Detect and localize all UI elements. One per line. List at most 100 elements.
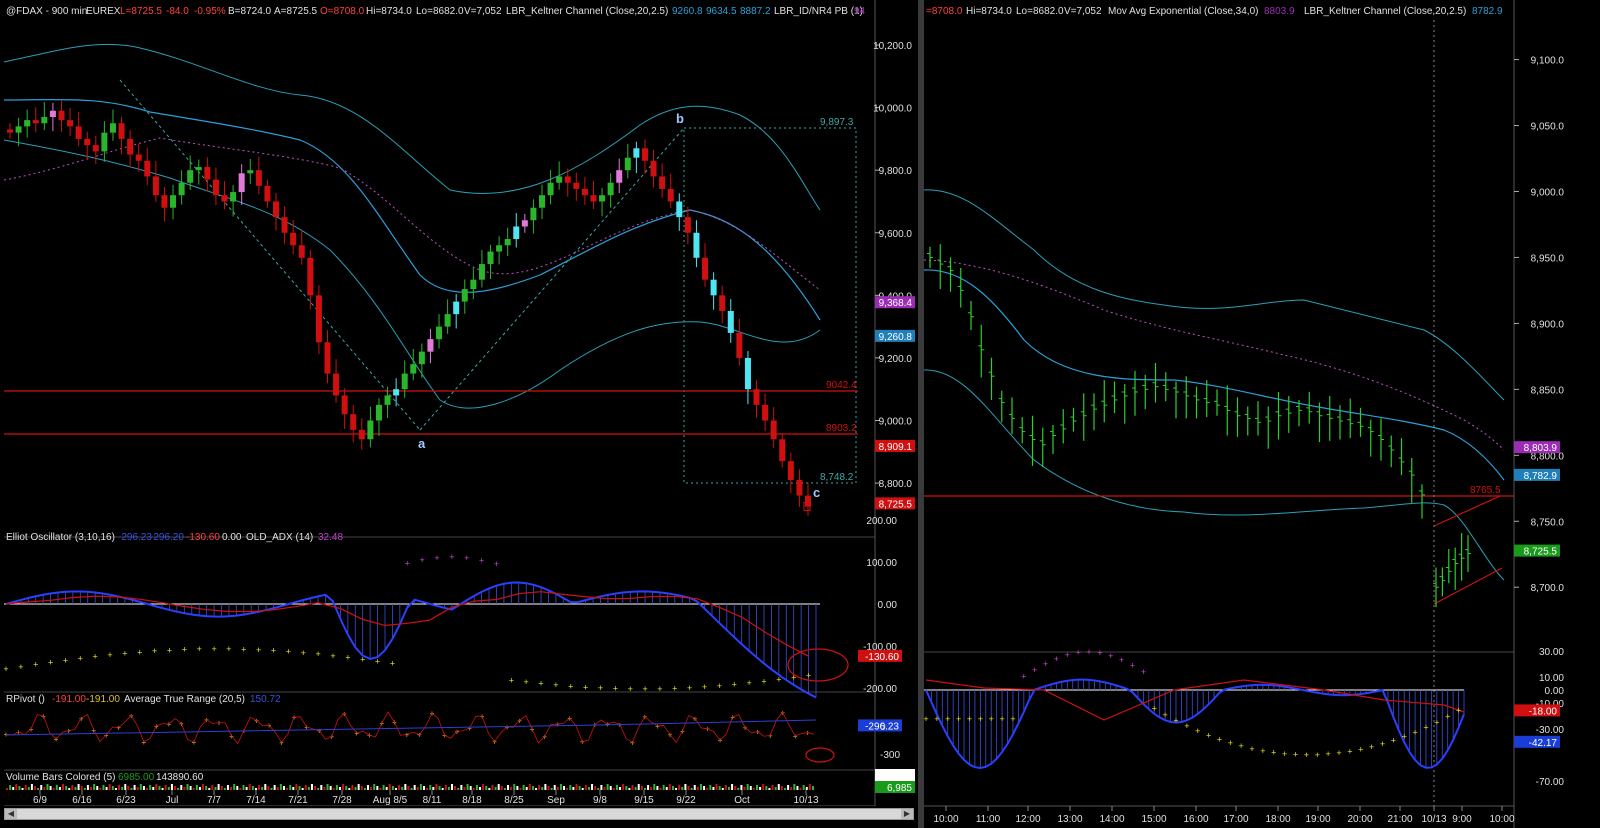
- volume-bar: [594, 786, 597, 790]
- candle-body: [109, 123, 116, 133]
- volume-bar: [136, 787, 139, 790]
- rp-cross: +: [354, 729, 359, 738]
- right-price-tick-label: 8,850.0: [1531, 385, 1565, 396]
- volume-bar: [366, 785, 369, 790]
- price-tick-label: 9,200.0: [879, 354, 913, 365]
- left-header-k1: 9260.8: [672, 6, 703, 17]
- osc-header-adxv: 32.48: [318, 532, 343, 543]
- volume-bar: [503, 788, 506, 790]
- volume-bar: [354, 787, 357, 790]
- volume-bar: [220, 786, 223, 790]
- candle-body: [118, 123, 125, 139]
- volume-bar: [195, 785, 198, 790]
- candle-body: [49, 110, 56, 117]
- rp-tick-0: 0: [880, 722, 886, 733]
- osc-header-name: Elliot Oscillator (3,10,16): [6, 532, 115, 543]
- volume-bar: [469, 786, 472, 790]
- right-header-emav: 8803.9: [1264, 6, 1295, 17]
- adx-cross: +: [449, 552, 454, 562]
- volume-bar: [603, 787, 606, 790]
- rp-cross: +: [455, 727, 460, 736]
- candle-body: [487, 251, 494, 265]
- candle-body: [787, 461, 794, 480]
- right-header-kc: LBR_Keltner Channel (Close,20,2.5): [1304, 6, 1466, 17]
- price-tick-label: 9,600.0: [879, 229, 913, 240]
- volume-bar: [242, 785, 245, 790]
- volume-bar: [261, 787, 264, 790]
- rp-tick-1: -300: [880, 750, 900, 761]
- adx-cross: +: [776, 675, 781, 685]
- volume-bar: [304, 785, 307, 790]
- volume-bar: [731, 784, 734, 790]
- right-adx-cross: +: [1347, 747, 1352, 757]
- candle-body: [590, 195, 597, 202]
- candle-body: [92, 145, 99, 152]
- adx-cross: +: [48, 658, 53, 668]
- volume-bar: [796, 786, 799, 790]
- volume-bar: [808, 784, 811, 790]
- volume-bar: [133, 785, 136, 790]
- volume-bar: [709, 785, 712, 790]
- volume-bar: [488, 788, 491, 790]
- rp-header-name: RPivot (): [6, 694, 45, 705]
- left-chart[interactable]: @FDAX - 900 min EUREX L=8725.5 -84.0 -0.…: [0, 0, 916, 806]
- volume-bar: [270, 788, 273, 790]
- candle-body: [204, 167, 211, 180]
- date-tick-label: Sep: [547, 795, 565, 806]
- volume-bar: [569, 785, 572, 790]
- price-tag: 8,909.1: [879, 442, 913, 453]
- vol-header-name: Volume Bars Colored (5): [6, 772, 116, 783]
- candle-body: [341, 395, 348, 415]
- candle-body: [187, 170, 194, 183]
- right-chart[interactable]: =8708.0 Hi=8734.0 Lo=8682.0 V=7,052 Mov …: [924, 0, 1600, 828]
- volume-bar: [317, 788, 320, 790]
- scroll-left-icon[interactable]: ◀: [5, 809, 17, 819]
- volume-bar: [587, 787, 590, 790]
- date-tick-label: 8/11: [423, 795, 442, 806]
- left-header-k3: 8887.2: [740, 6, 771, 17]
- volume-bar: [276, 787, 279, 790]
- osc-tick-label: 0.00: [878, 600, 898, 611]
- volume-bar: [24, 785, 27, 790]
- right-price-tick-label: 9,050.0: [1531, 122, 1565, 133]
- volume-bar: [500, 786, 503, 790]
- volume-bar: [625, 786, 628, 790]
- candle-body: [101, 132, 108, 152]
- right-adx-cross: +: [1043, 659, 1048, 669]
- volume-bar: [631, 785, 634, 790]
- volume-bar: [121, 787, 124, 790]
- candle-body: [41, 116, 48, 124]
- candle-body: [539, 195, 545, 208]
- wave-label-c: c: [813, 485, 820, 500]
- adx-cross: +: [761, 676, 766, 686]
- adx-cross: +: [78, 654, 83, 664]
- vol-header-v1: 6985.00: [118, 772, 155, 783]
- candle-body: [161, 195, 168, 208]
- volume-bar: [65, 786, 68, 790]
- volume-tag: 143,891: [876, 771, 913, 782]
- date-tick-label: 6/9: [33, 795, 47, 806]
- volume-bar: [139, 784, 142, 790]
- scroll-right-icon[interactable]: ▶: [901, 809, 913, 819]
- volume-bar: [780, 786, 783, 790]
- volume-bar: [164, 785, 167, 790]
- candle-body: [410, 364, 417, 374]
- volume-bar: [43, 787, 46, 790]
- volume-bar: [301, 788, 304, 790]
- osc-tick-label: -200.00: [863, 684, 897, 695]
- volume-bar: [46, 784, 49, 790]
- volume-bar: [724, 785, 727, 790]
- right-adx-cross: +: [1065, 650, 1070, 660]
- candle-body: [152, 176, 159, 196]
- left-header-lo: Lo=8682.0: [416, 6, 464, 17]
- volume-bar: [606, 784, 609, 790]
- volume-bar: [394, 788, 397, 790]
- time-tick-label: 17:00: [1223, 814, 1248, 825]
- candle-body: [624, 157, 631, 171]
- right-price-tick-label: 8,950.0: [1531, 253, 1565, 264]
- candle-body: [753, 389, 760, 405]
- volume-bar: [513, 784, 516, 790]
- horizontal-scrollbar[interactable]: ◀ ▶: [4, 808, 914, 820]
- candle-body: [719, 295, 726, 311]
- volume-bar: [55, 785, 58, 790]
